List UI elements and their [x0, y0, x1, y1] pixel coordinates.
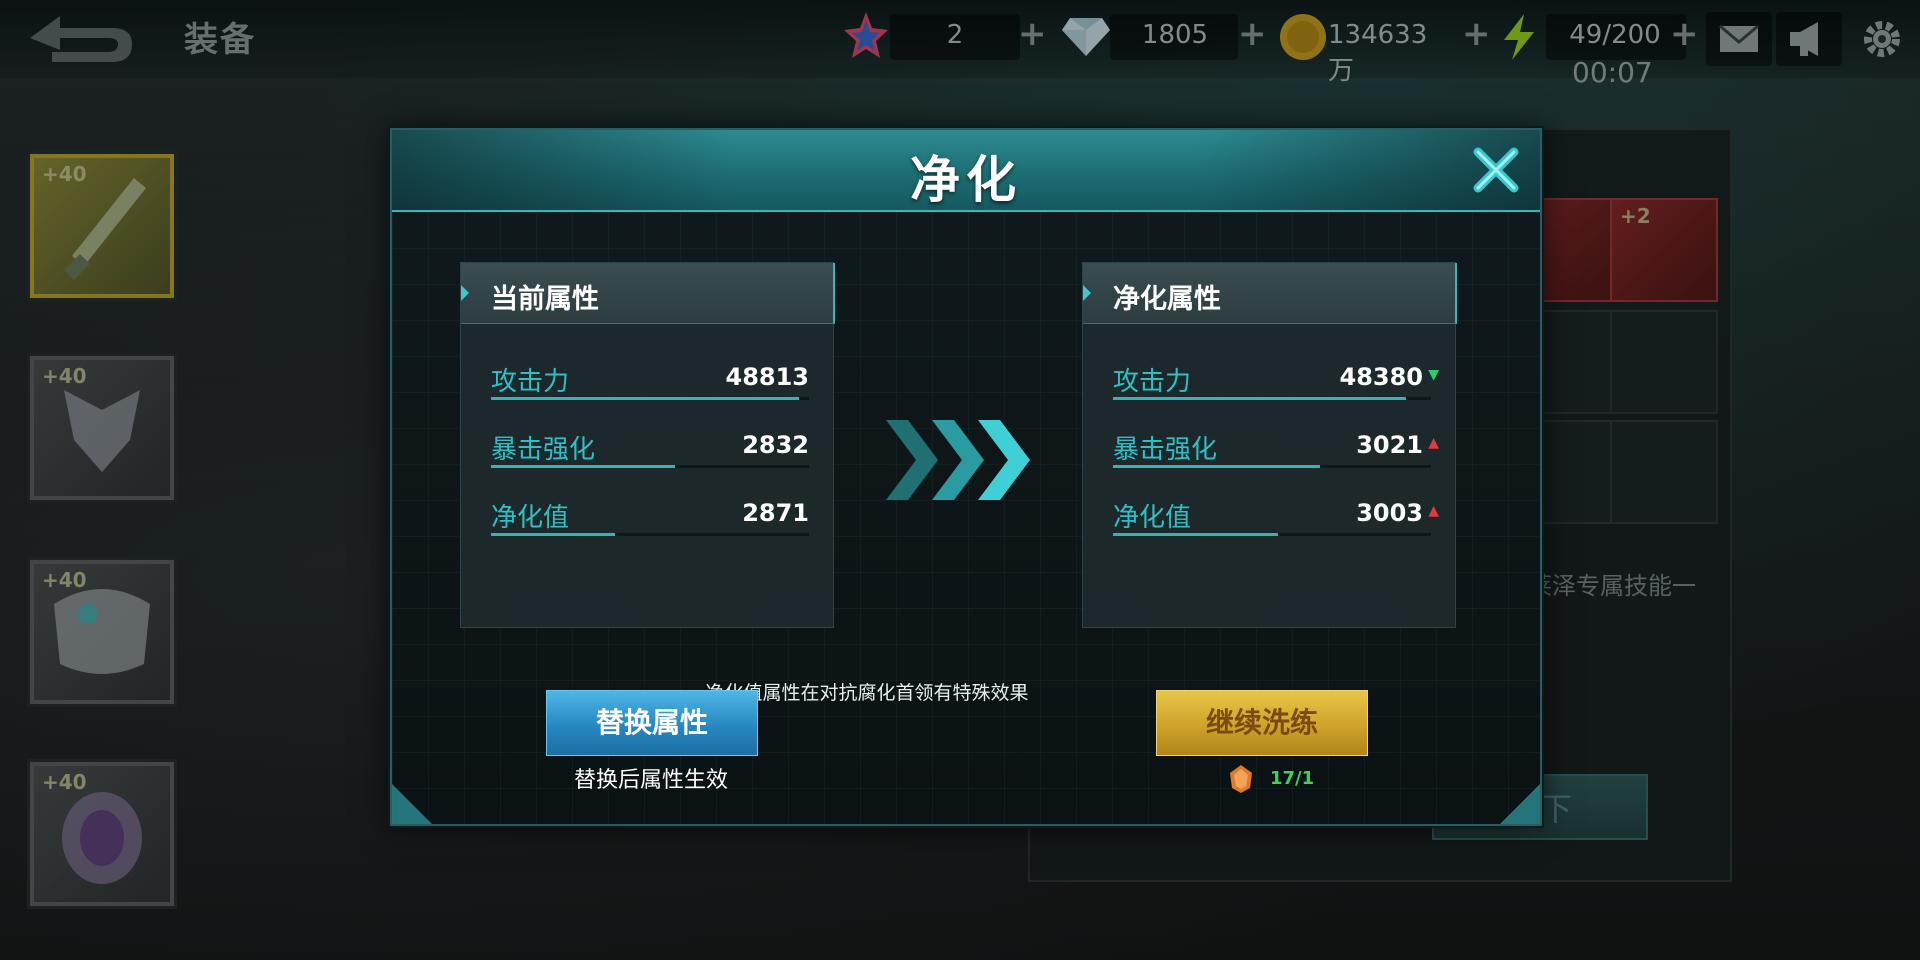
decrease-arrow-icon: ▼ — [1428, 367, 1439, 383]
dialog-title: 净化 — [910, 151, 1022, 209]
attribute-bar — [491, 533, 809, 536]
attribute-bar — [1113, 397, 1431, 400]
purify-stone-icon — [1230, 765, 1252, 793]
attribute-row-crit: 暴击强化 3021 ▲ — [1113, 427, 1439, 473]
attribute-bar — [1113, 533, 1431, 536]
attribute-value: 48813 — [725, 363, 810, 391]
attribute-name: 暴击强化 — [1113, 435, 1218, 465]
current-attributes-title: 当前属性 — [491, 284, 599, 315]
replace-attributes-button[interactable]: 替换属性 — [546, 690, 758, 756]
replace-hint-text: 替换后属性生效 — [573, 768, 728, 793]
attribute-row-attack: 攻击力 48380 ▼ — [1113, 359, 1439, 405]
attribute-bar-fill — [491, 533, 616, 536]
header-marker-icon — [461, 285, 469, 301]
refine-cost-value: 17/1 — [1270, 768, 1315, 789]
attribute-bar — [1113, 465, 1431, 468]
attribute-name: 暴击强化 — [491, 435, 596, 465]
attribute-value: 2871 — [742, 499, 809, 527]
attribute-value: 48380 — [1339, 363, 1424, 391]
attribute-value: 2832 — [742, 431, 809, 459]
transform-arrow-icon — [886, 420, 1030, 500]
increase-arrow-icon: ▲ — [1428, 435, 1439, 451]
attribute-name: 攻击力 — [1113, 367, 1192, 397]
refine-cost: 17/1 — [1228, 764, 1348, 794]
attribute-bar-fill — [1113, 465, 1320, 468]
corner-decoration-left — [392, 784, 432, 824]
attribute-bar-fill — [491, 397, 800, 400]
attribute-bar — [491, 465, 809, 468]
continue-refine-button[interactable]: 继续洗练 — [1156, 690, 1368, 756]
corner-decoration-right — [1500, 784, 1540, 824]
attribute-value: 3003 — [1356, 499, 1423, 527]
purify-attributes-panel: 净化属性 攻击力 48380 ▼ 暴击强化 3021 ▲ 净化值 3003 ▲ — [1082, 262, 1457, 628]
purify-attributes-header: 净化属性 — [1083, 263, 1457, 324]
current-attributes-panel: 当前属性 攻击力 48813 暴击强化 2832 净化值 2871 — [460, 262, 835, 628]
close-icon — [1473, 147, 1519, 193]
attribute-name: 净化值 — [1113, 503, 1192, 533]
attribute-bar-fill — [491, 465, 676, 468]
attribute-bar-fill — [1113, 397, 1406, 400]
attribute-name: 净化值 — [491, 503, 570, 533]
attribute-bar — [491, 397, 809, 400]
header-marker-icon — [1083, 285, 1091, 301]
attribute-row-crit: 暴击强化 2832 — [491, 427, 809, 473]
attribute-name: 攻击力 — [491, 367, 570, 397]
dialog-header: 净化 — [392, 130, 1540, 212]
attribute-value: 3021 — [1356, 431, 1423, 459]
current-attributes-header: 当前属性 — [461, 263, 835, 324]
close-button[interactable] — [1468, 142, 1524, 198]
purify-dialog: 净化 当前属性 攻击力 48813 暴击强化 2832 净化值 2871 净化属… — [390, 128, 1542, 826]
increase-arrow-icon: ▲ — [1428, 503, 1439, 519]
attribute-bar-fill — [1113, 533, 1279, 536]
attribute-row-purify: 净化值 2871 — [491, 495, 809, 541]
attribute-row-attack: 攻击力 48813 — [491, 359, 809, 405]
attribute-row-purify: 净化值 3003 ▲ — [1113, 495, 1439, 541]
purify-attributes-title: 净化属性 — [1113, 284, 1221, 315]
